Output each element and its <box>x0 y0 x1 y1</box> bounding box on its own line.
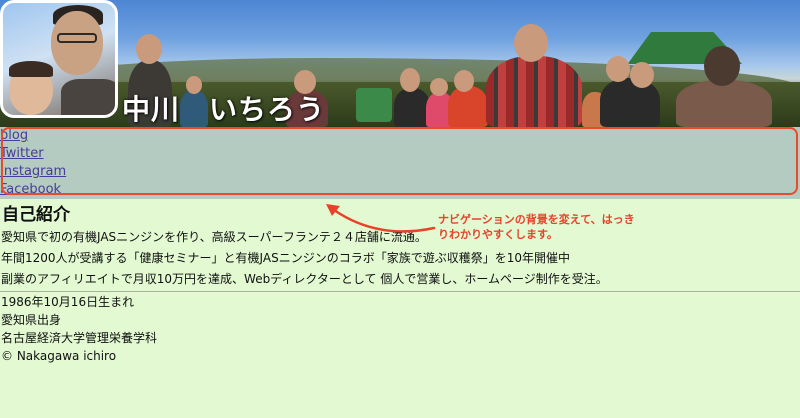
person-head <box>136 34 162 64</box>
education: 名古屋経済大学管理栄養学科 <box>1 331 158 345</box>
hometown: 愛知県出身 <box>1 313 62 327</box>
nav-link-twitter[interactable]: Twitter <box>0 145 800 163</box>
annotation-arrow-icon <box>326 204 436 233</box>
person-head <box>430 78 448 96</box>
person-head <box>454 70 474 92</box>
site-title: 中川 いちろう <box>122 93 326 126</box>
header-banner: 中川 いちろう <box>0 0 800 127</box>
avatar-child-hair <box>9 61 53 77</box>
intro-paragraph: 副業のアフィリエイトで月収10万円を達成、Webディレクターとして 個人で営業し… <box>1 272 608 286</box>
person-head <box>514 24 548 62</box>
person-head <box>606 56 630 82</box>
divider <box>0 291 800 292</box>
avatar-glasses <box>57 33 97 43</box>
page: 中川 いちろう blog Twitter Instagram Facebook … <box>0 0 800 418</box>
person-figure <box>394 88 430 127</box>
person-figure <box>486 56 582 127</box>
copyright: © Nakagawa ichiro <box>1 349 117 363</box>
person-figure <box>600 78 660 127</box>
person-figure <box>356 88 392 122</box>
person-head <box>630 62 654 88</box>
person-head <box>704 46 740 86</box>
annotation-line: ナビゲーションの背景を変えて、はっき <box>438 213 635 226</box>
birthdate: 1986年10月16日生まれ <box>1 295 135 309</box>
avatar-jacket <box>61 79 115 115</box>
annotation-note: ナビゲーションの背景を変えて、はっき りわかりやすくします。 <box>438 212 658 242</box>
person-figure <box>676 80 772 127</box>
nav-link-blog[interactable]: blog <box>0 127 800 145</box>
main-nav: blog Twitter Instagram Facebook <box>0 127 800 199</box>
person-figure <box>448 86 488 127</box>
nav-link-instagram[interactable]: Instagram <box>0 163 800 181</box>
person-head <box>400 68 420 92</box>
profile-avatar <box>0 0 118 118</box>
intro-paragraph: 年間1200人が受講する「健康セミナー」と有機JASニンジンのコラボ「家族で遊ぶ… <box>1 251 570 265</box>
annotation-line: りわかりやすくします。 <box>438 228 558 241</box>
avatar-adult-face <box>51 11 103 75</box>
